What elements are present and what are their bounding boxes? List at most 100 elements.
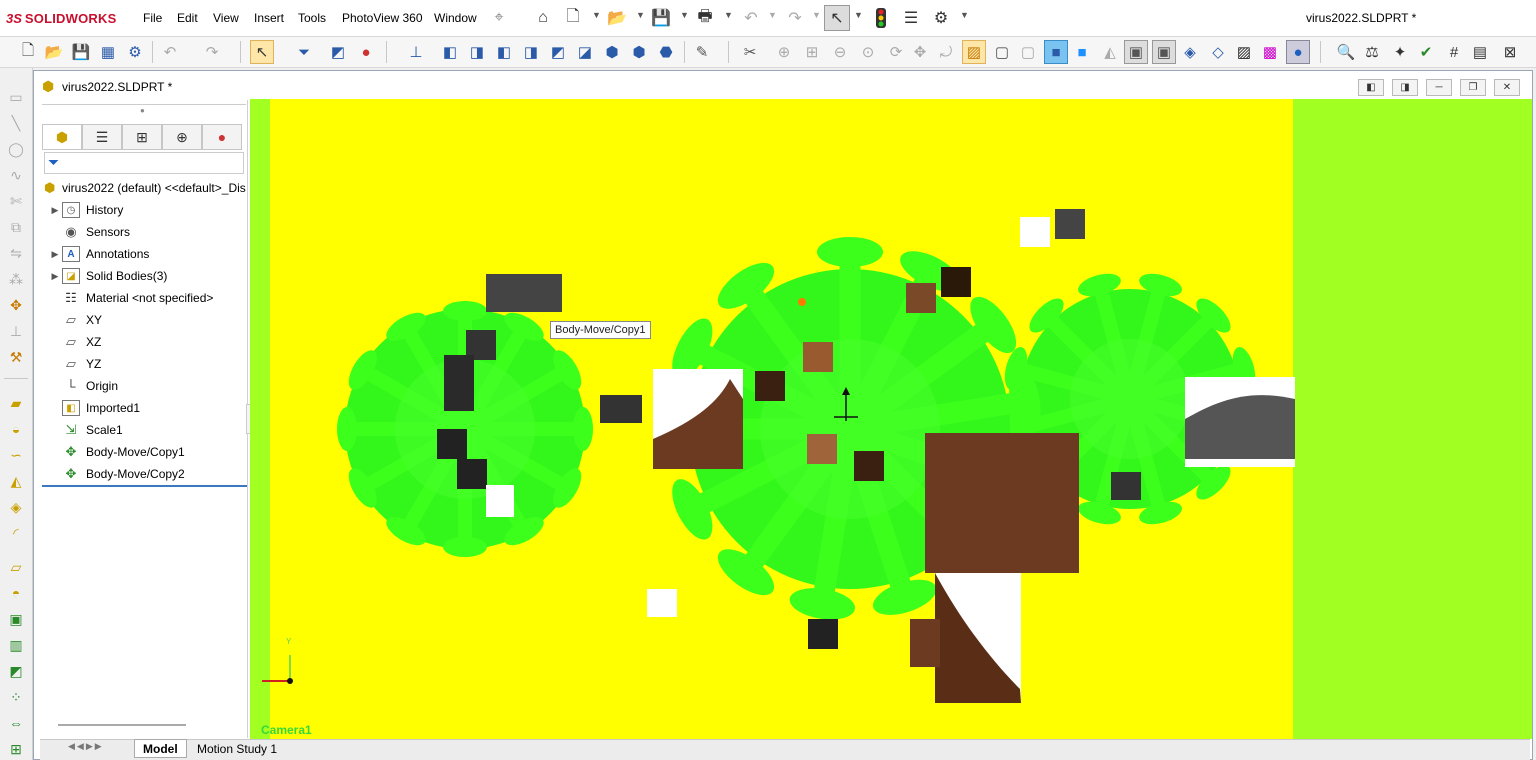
menu-insert[interactable]: Insert <box>254 11 284 25</box>
mirror-icon[interactable]: ⇋ <box>5 242 27 264</box>
chevron-down-icon[interactable]: ▼ <box>592 10 601 20</box>
menu-view[interactable]: View <box>213 11 239 25</box>
tree-item-scale1[interactable]: ⇲ Scale1 <box>48 420 123 440</box>
zoom-area-icon[interactable]: ⊞ <box>800 40 824 64</box>
circle-icon[interactable]: ◯ <box>5 138 27 160</box>
curvature-icon[interactable]: ✦ <box>1388 40 1412 64</box>
hide-show-icon[interactable]: ✂ <box>738 40 762 64</box>
fillet-icon[interactable]: ◜ <box>5 522 27 544</box>
tree-item-body-move-copy1[interactable]: ✥ Body-Move/Copy1 <box>48 442 185 462</box>
shaded-icon[interactable]: ■ <box>1044 40 1068 64</box>
tree-filter-box[interactable] <box>44 152 244 174</box>
new-icon[interactable]: 🗋 <box>16 40 40 64</box>
zoom-in-out-icon[interactable]: ⊖ <box>828 40 852 64</box>
chevron-down-icon[interactable]: ▼ <box>854 10 863 20</box>
solidworks-logo[interactable]: 3S SOLIDWORKS <box>6 8 116 28</box>
extrude-icon[interactable]: ▰ <box>5 392 27 414</box>
shaded-edges-icon[interactable]: ■ <box>1070 40 1094 64</box>
tab-scroll-arrows-icon[interactable]: ◀◀▶▶ <box>68 741 104 752</box>
make-drawing-icon[interactable]: ▦ <box>96 40 120 64</box>
measure-icon[interactable]: 🔍 <box>1334 40 1358 64</box>
open-icon[interactable]: 📂 <box>606 7 628 29</box>
isometric-icon[interactable]: ⬢ <box>600 40 624 64</box>
tab-display-manager[interactable]: ● <box>202 124 242 150</box>
mirror-feature-icon[interactable]: ⇔ <box>5 712 27 734</box>
line-icon[interactable]: ╲ <box>5 112 27 134</box>
view-back-icon[interactable]: ◨ <box>465 40 489 64</box>
view-bottom-icon[interactable]: ◪ <box>573 40 597 64</box>
spline-icon[interactable]: ∿ <box>5 164 27 186</box>
zoom-fit-icon[interactable]: ⊕ <box>772 40 796 64</box>
menu-photoview[interactable]: PhotoView 360 <box>342 11 423 25</box>
appearance-ball-icon[interactable]: ● <box>354 40 378 64</box>
tab-property-manager[interactable]: ☰ <box>82 124 122 150</box>
file-properties-icon[interactable]: ☰ <box>900 7 922 29</box>
tab-model[interactable]: Model <box>134 739 187 758</box>
close-icon[interactable]: ✕ <box>1494 79 1520 96</box>
tab-motion-study[interactable]: Motion Study 1 <box>189 739 285 758</box>
offset-icon[interactable]: ⧉ <box>5 216 27 238</box>
tree-item-material[interactable]: ☷ Material <not specified> <box>48 288 213 308</box>
menu-tools[interactable]: Tools <box>298 11 326 25</box>
open-icon[interactable]: 📂 <box>42 40 66 64</box>
pan-icon[interactable]: ✥ <box>908 40 932 64</box>
filter-icon[interactable]: ⏷ <box>48 154 59 171</box>
expand-arrow-icon[interactable]: ▶ <box>48 249 62 260</box>
tab-dimxpert[interactable]: ⊕ <box>162 124 202 150</box>
sketch-tool-icon[interactable]: ✎ <box>690 40 714 64</box>
expand-arrow-icon[interactable]: ▶ <box>48 271 62 282</box>
trim-icon[interactable]: ✄ <box>5 190 27 212</box>
pin-icon[interactable]: ⌖ <box>488 7 510 29</box>
menu-file[interactable]: File <box>143 11 162 25</box>
undo-icon[interactable]: ↶ <box>158 40 182 64</box>
normal-to-icon[interactable]: ⊥ <box>404 40 428 64</box>
cartoon-icon[interactable]: ◇ <box>1206 40 1230 64</box>
section-view-icon[interactable]: ◭ <box>1098 40 1122 64</box>
tile-left-icon[interactable]: ◧ <box>1358 79 1384 96</box>
grid-icon[interactable]: # <box>1442 40 1466 64</box>
undo-icon[interactable]: ↶ <box>740 7 762 29</box>
view-right-icon[interactable]: ◨ <box>519 40 543 64</box>
revolve-icon[interactable]: ◒ <box>5 418 27 440</box>
tree-item-plane-yz[interactable]: ▱ YZ <box>48 354 101 374</box>
rebuild-traffic-light-icon[interactable] <box>870 7 892 29</box>
tree-item-solid-bodies[interactable]: ▶ ◪ Solid Bodies(3) <box>48 266 167 286</box>
layout-icon[interactable]: ⊠ <box>1498 40 1522 64</box>
make-assembly-icon[interactable]: ⚙ <box>123 40 147 64</box>
minimize-icon[interactable]: ─ <box>1426 79 1452 96</box>
options-gear-icon[interactable]: ⚙ <box>930 7 952 29</box>
tree-item-sensors[interactable]: ◉ Sensors <box>48 222 130 242</box>
chevron-down-icon[interactable]: ▼ <box>812 10 821 20</box>
chevron-down-icon[interactable]: ▼ <box>960 10 969 20</box>
tile-right-icon[interactable]: ◨ <box>1392 79 1418 96</box>
loft-icon[interactable]: ◭ <box>5 470 27 492</box>
repair-icon[interactable]: ⚒ <box>5 346 27 368</box>
tree-item-history[interactable]: ▶ ◷ History <box>48 200 123 220</box>
tree-item-annotations[interactable]: ▶ A Annotations <box>48 244 149 264</box>
zebra-icon[interactable]: ▤ <box>1468 40 1492 64</box>
tab-configuration-manager[interactable]: ⊞ <box>122 124 162 150</box>
redo-icon[interactable]: ↷ <box>784 7 806 29</box>
selection-filter-icon[interactable]: ⏷ <box>292 40 316 64</box>
tree-item-origin[interactable]: └ Origin <box>48 376 118 396</box>
dimetric-icon[interactable]: ⬣ <box>654 40 678 64</box>
select-pointer-icon[interactable]: ↖ <box>824 5 850 31</box>
shell-icon[interactable]: ▣ <box>5 608 27 630</box>
rib-icon[interactable]: ▥ <box>5 634 27 656</box>
ambient-occlusion-icon[interactable]: ◈ <box>1178 40 1202 64</box>
restore-icon[interactable]: ❐ <box>1460 79 1486 96</box>
perspective-icon[interactable]: ▣ <box>1124 40 1148 64</box>
boundary-icon[interactable]: ◈ <box>5 496 27 518</box>
trimetric-icon[interactable]: ⬢ <box>627 40 651 64</box>
save-icon[interactable]: 💾 <box>650 7 672 29</box>
tree-root[interactable]: ⬢ virus2022 (default) <<default>_Dis <box>44 178 248 198</box>
rotate-icon[interactable]: ⟳ <box>884 40 908 64</box>
save-icon[interactable]: 💾 <box>69 40 93 64</box>
realview-icon[interactable]: ● <box>1286 40 1310 64</box>
tree-item-body-move-copy2[interactable]: ✥ Body-Move/Copy2 <box>48 464 185 484</box>
view-front-icon[interactable]: ◧ <box>438 40 462 64</box>
print-icon[interactable]: 🖶 <box>694 7 716 29</box>
expand-arrow-icon[interactable]: ▶ <box>48 205 62 216</box>
scene-icon[interactable]: ▩ <box>1258 40 1282 64</box>
move-entities-icon[interactable]: ✥ <box>5 294 27 316</box>
